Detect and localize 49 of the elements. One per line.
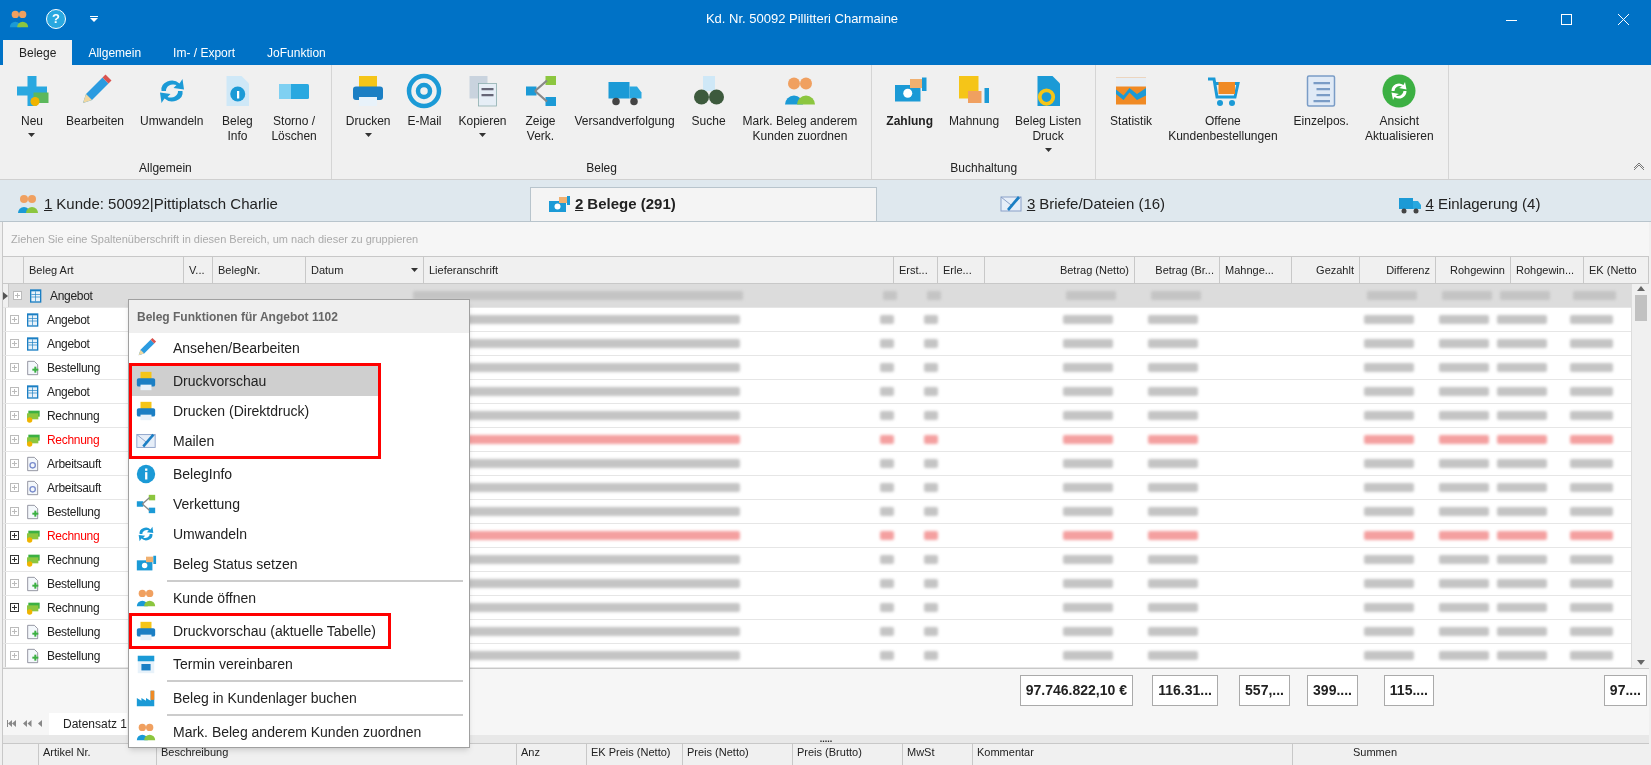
document-type: Rechnung [47,431,100,449]
document-type: Arbeitsauft [47,479,102,497]
document-type: Rechnung [47,407,100,425]
total-value: 399.... [1307,674,1358,706]
menu-title: Beleg Funktionen für Angebot 1102 [137,308,338,326]
ribbon-button-label: Umwandeln [140,114,204,129]
document-type: Arbeitsauft [47,455,102,473]
document-type: Bestellung [47,623,101,641]
ribbon-button-label: Kopieren [458,114,507,129]
document-type: Rechnung [47,599,100,617]
ribbon-group-label: Allgemein [139,160,192,177]
ribbon-button-label: Statistik [1110,114,1153,129]
total-value: 115.... [1383,674,1434,706]
total-value: 97.... [1603,674,1647,706]
ribbon-button-label: Bearbeiten [66,114,125,129]
document-type: Angebot [50,287,93,305]
ribbon-group-label: Beleg [586,160,617,177]
record-counter: Datensatz 1 [49,713,128,735]
document-type: Angebot [47,311,90,329]
document-type: Angebot [47,383,90,401]
summary-label: Summen [1353,745,1398,760]
ribbon-button-label: Ansicht Aktualisieren [1364,114,1434,144]
ribbon-button-label: Zeige Verk. [525,114,556,144]
total-value: 116.31... [1152,674,1218,706]
ribbon-button-label: Beleg Listen Druck [1015,114,1082,144]
ribbon-button-label: Suche [691,114,726,129]
document-type: Angebot [47,335,90,353]
document-type: Rechnung [47,527,100,545]
ribbon-button-label: Zahlung [886,114,933,129]
ribbon-button-label: E-Mail [407,114,442,129]
ribbon-button-label: Beleg Info [222,114,253,144]
ribbon-button-label: Offene Kundenbestellungen [1168,114,1278,144]
ribbon-button-label: Storno / Löschen [271,114,317,144]
total-value: 557,... [1239,674,1290,706]
document-type: Bestellung [47,503,101,521]
ribbon-button-label: Einzelpos. [1293,114,1349,129]
ribbon-button-label: Mark. Beleg anderem Kunden zuordnen [742,114,858,144]
document-type: Bestellung [47,359,101,377]
ribbon-button-label: Mahnung [949,114,1000,129]
document-type: Bestellung [47,647,101,665]
total-value: 97.746.822,10 € [1019,674,1133,706]
window-title: Kd. Nr. 50092 Pillitteri Charmaine [705,10,899,29]
group-panel-hint: Ziehen Sie eine Spaltenüberschrift in diesen Bereich, um nach dieser zu gruppieren [11,231,419,247]
document-type: Bestellung [47,575,101,593]
document-type: Rechnung [47,551,100,569]
ribbon-button-label: Versandverfolgung [574,114,675,129]
ribbon-button-label: Drucken [345,114,391,129]
ribbon-button-label: Neu [21,114,43,129]
ribbon-group-label: Buchhaltung [950,160,1018,177]
